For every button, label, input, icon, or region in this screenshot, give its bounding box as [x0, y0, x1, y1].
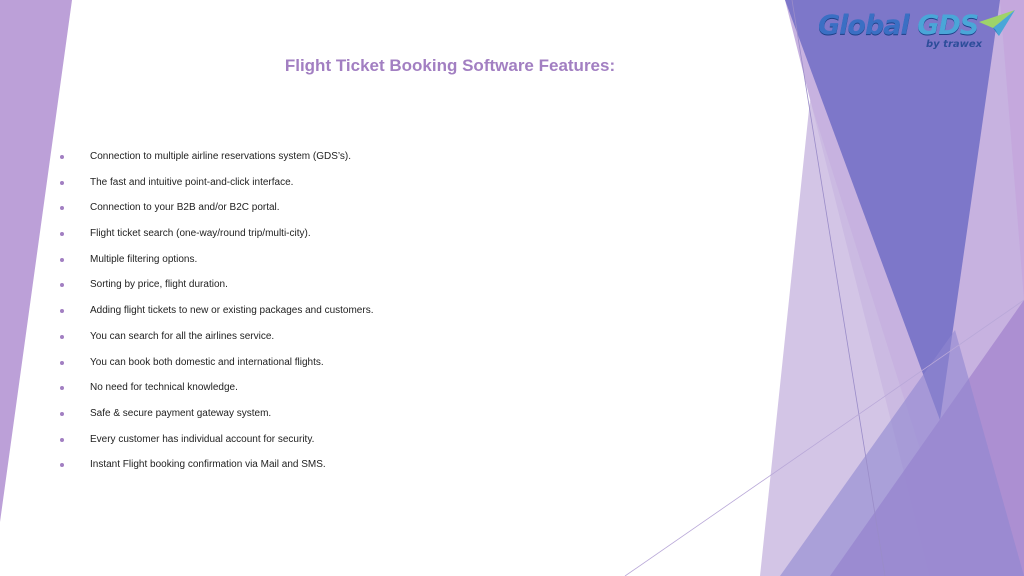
bullet-icon	[60, 360, 64, 365]
list-item-text: Multiple filtering options.	[90, 253, 198, 265]
list-item-text: Instant Flight booking confirmation via …	[90, 459, 326, 471]
list-item-text: The fast and intuitive point-and-click i…	[90, 176, 294, 188]
list-item-text: Connection to your B2B and/or B2C portal…	[90, 202, 280, 214]
bullet-icon	[60, 180, 64, 185]
list-item-text: Adding flight tickets to new or existing…	[90, 305, 374, 317]
list-item-text: Every customer has individual account fo…	[90, 433, 315, 445]
list-item-text: Safe & secure payment gateway system.	[90, 407, 272, 419]
list-item-text: You can search for all the airlines serv…	[90, 330, 275, 342]
list-item-text: Sorting by price, flight duration.	[90, 279, 228, 291]
bullet-icon	[60, 437, 64, 442]
page-title: Flight Ticket Booking Software Features:	[284, 56, 616, 75]
bullet-icon	[60, 334, 64, 339]
paper-plane-icon	[979, 10, 1015, 36]
logo-primary: Global	[818, 10, 910, 41]
logo-secondary: GDS	[917, 10, 979, 41]
list-item-text: Connection to multiple airline reservati…	[90, 151, 352, 162]
bullet-icon	[60, 411, 64, 416]
logo-tagline: by trawex	[926, 39, 983, 50]
logo-wordmark: Global GDS	[818, 10, 979, 41]
brand-logo: Global GDS by trawex	[814, 8, 1019, 54]
list-item-text: You can book both domestic and internati…	[90, 356, 324, 368]
list-item-text: No need for technical knowledge.	[90, 382, 238, 394]
bullet-icon	[60, 155, 64, 159]
list-item-text: Flight ticket search (one-way/round trip…	[90, 228, 311, 240]
bullet-icon	[60, 257, 64, 262]
